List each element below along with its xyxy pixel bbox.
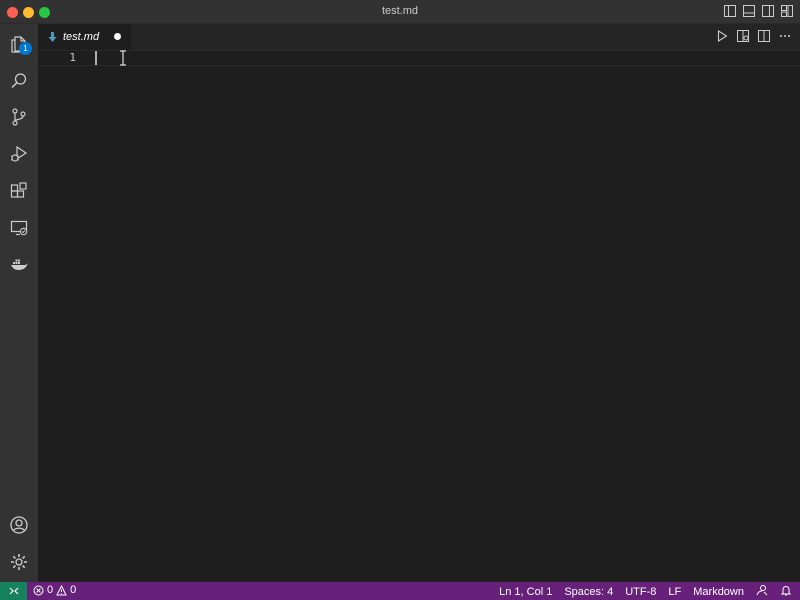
- error-count: 0: [47, 584, 54, 596]
- remote-icon: [9, 587, 18, 595]
- search-icon: [11, 73, 27, 89]
- account-icon: [10, 516, 28, 534]
- toggle-panel-icon[interactable]: [742, 4, 756, 18]
- toggle-primary-sidebar-icon[interactable]: [723, 4, 737, 18]
- unsaved-changes-dot[interactable]: [114, 33, 121, 40]
- split-editor-icon[interactable]: [757, 29, 771, 43]
- run-icon[interactable]: [715, 29, 729, 43]
- activity-extensions[interactable]: [0, 173, 38, 209]
- remote-indicator[interactable]: [0, 582, 27, 600]
- problems-indicator[interactable]: 0 0: [33, 584, 76, 596]
- run-debug-icon: [11, 145, 28, 162]
- activity-search[interactable]: [0, 63, 38, 99]
- explorer-badge: 1: [19, 42, 32, 55]
- settings-gear-icon: [11, 554, 27, 570]
- tab-test-md[interactable]: test.md: [38, 24, 131, 50]
- window-title: test.md: [381, 5, 419, 17]
- cursor-position[interactable]: Ln 1, Col 1: [499, 586, 552, 598]
- notifications-bell-icon[interactable]: [780, 584, 792, 599]
- activity-bar: 1: [0, 24, 38, 582]
- editor-tab-bar: test.md: [38, 24, 800, 50]
- source-control-icon: [12, 108, 26, 126]
- activity-remote-explorer[interactable]: [0, 210, 38, 246]
- status-bar: 0 0 Ln 1, Col 1 Spaces: 4 UTF-8 LF Markd…: [0, 582, 800, 600]
- ibeam-cursor-icon: [120, 50, 126, 66]
- markdown-arrow-icon: [48, 32, 57, 42]
- activity-explorer[interactable]: 1: [0, 26, 38, 62]
- encoding[interactable]: UTF-8: [625, 586, 656, 598]
- editor-actions: [715, 29, 792, 43]
- feedback-icon[interactable]: [756, 584, 768, 599]
- status-bar-right: Ln 1, Col 1 Spaces: 4 UTF-8 LF Markdown: [487, 584, 792, 599]
- editor-area[interactable]: 1: [38, 50, 800, 582]
- activity-source-control[interactable]: [0, 99, 38, 135]
- activity-manage[interactable]: [0, 544, 38, 580]
- customize-layout-icon[interactable]: [780, 4, 794, 18]
- activity-run-debug[interactable]: [0, 136, 38, 172]
- line-ending[interactable]: LF: [668, 586, 681, 598]
- indentation[interactable]: Spaces: 4: [564, 586, 613, 598]
- extensions-icon: [10, 182, 27, 198]
- warning-icon: [56, 584, 67, 595]
- layout-controls: [723, 4, 794, 18]
- title-bar: test.md: [0, 0, 800, 24]
- current-line-highlight: [38, 50, 800, 66]
- docker-icon: [11, 259, 28, 270]
- text-cursor: [95, 51, 97, 65]
- open-preview-icon[interactable]: [736, 29, 750, 43]
- activity-docker[interactable]: [0, 247, 38, 283]
- toggle-secondary-sidebar-icon[interactable]: [761, 4, 775, 18]
- activity-accounts[interactable]: [0, 507, 38, 543]
- remote-explorer-icon: [10, 220, 28, 236]
- line-number: 1: [69, 51, 76, 64]
- error-icon: [33, 585, 44, 595]
- tab-label: test.md: [63, 31, 100, 43]
- more-actions-icon[interactable]: [778, 29, 792, 43]
- language-mode[interactable]: Markdown: [693, 586, 744, 598]
- warning-count: 0: [70, 584, 77, 596]
